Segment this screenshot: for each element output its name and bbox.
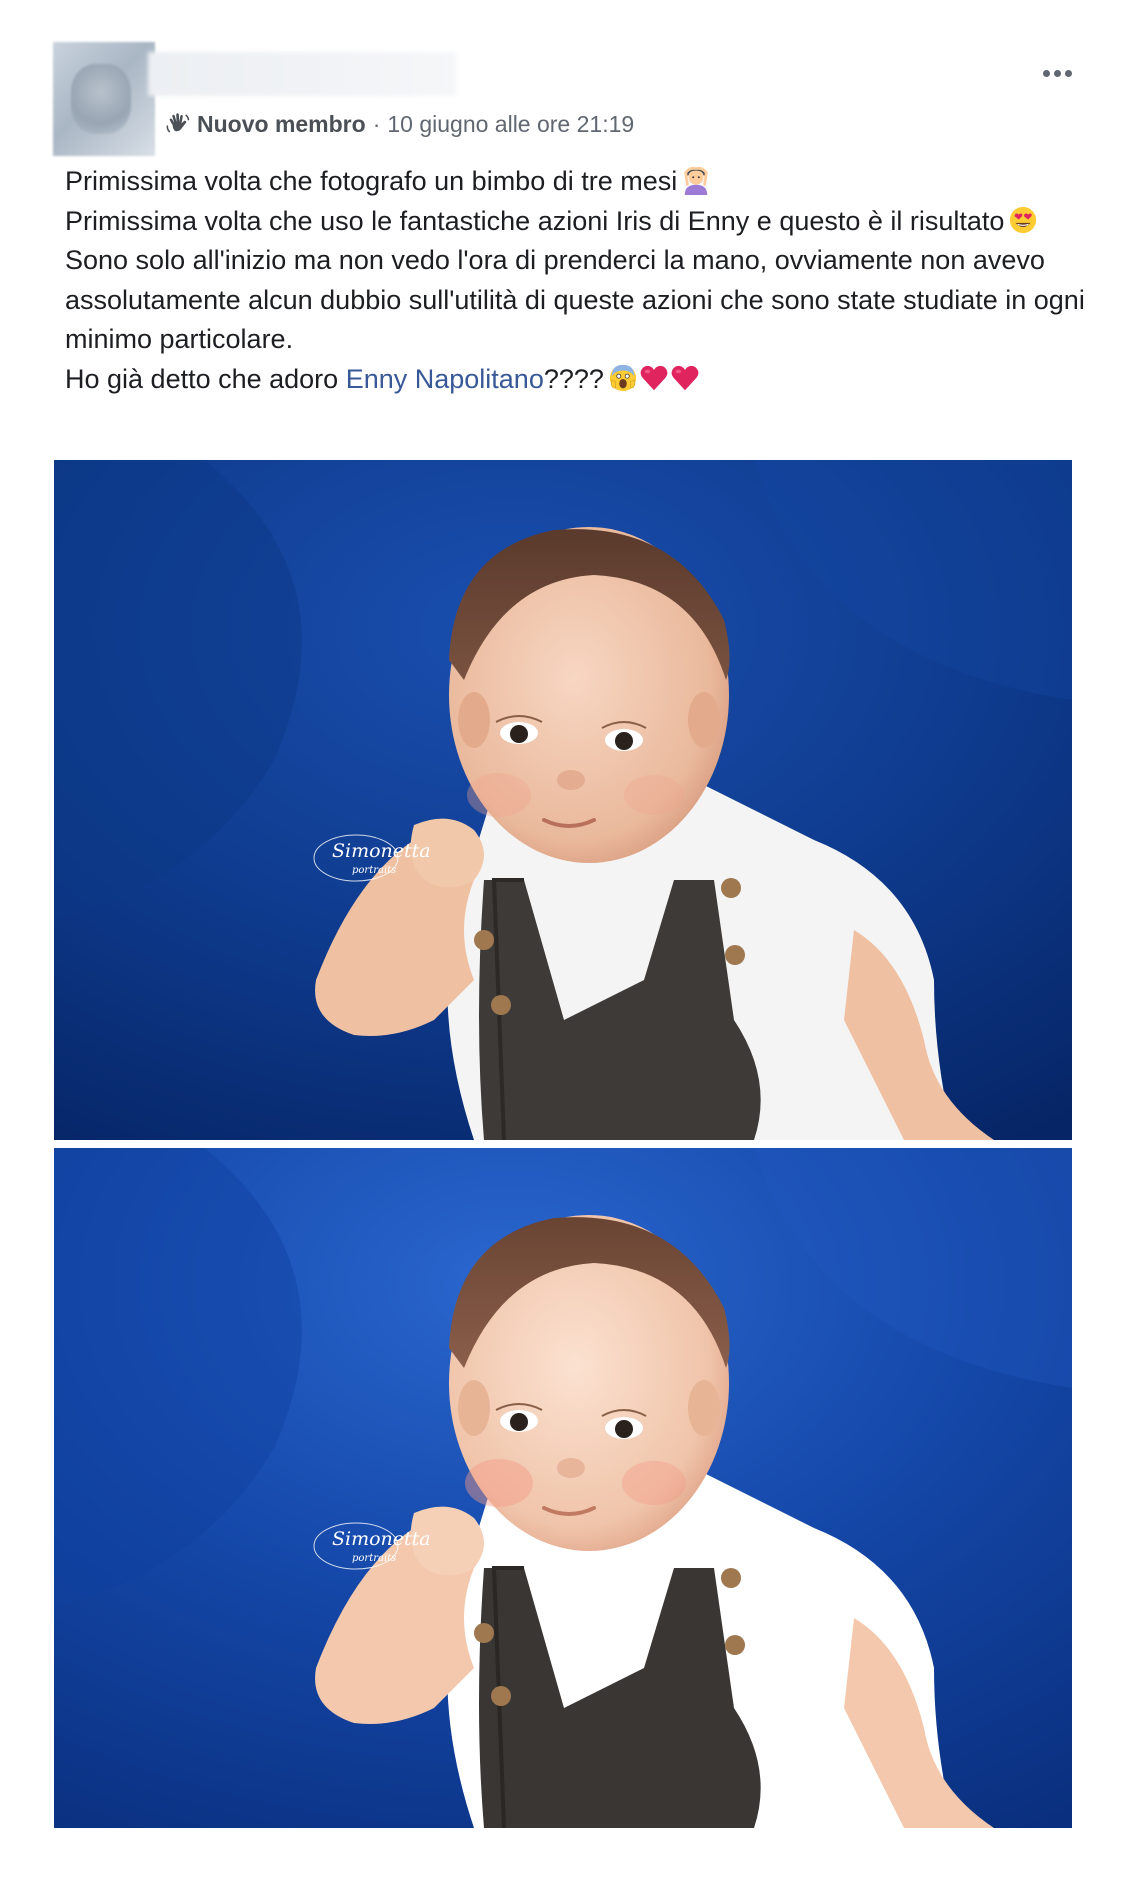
photo-watermark: Simonetta xyxy=(332,840,431,862)
heart-eyes-emoji xyxy=(1010,206,1037,233)
photo-watermark-sub: portraits xyxy=(352,1553,396,1564)
post-meta: Nuovo membro · 10 giugno alle ore 21:19 xyxy=(165,108,634,140)
post-card: Nuovo membro · 10 giugno alle ore 21:19 … xyxy=(0,0,1125,1878)
person-gesturing-ok-emoji xyxy=(684,166,709,195)
baby-photo-image: Simonetta portraits xyxy=(54,1148,1072,1828)
wave-hand-icon xyxy=(166,113,190,133)
meta-separator: · xyxy=(372,110,381,137)
post-photo-2[interactable]: Simonetta portraits xyxy=(54,1148,1072,1828)
author-avatar[interactable] xyxy=(53,42,155,156)
post-text: Primissima volta che fotografo un bimbo … xyxy=(65,162,1085,399)
baby-photo-image: Simonetta portraits xyxy=(54,460,1072,1140)
post-line-4-before: Ho già detto che adoro xyxy=(65,363,346,394)
member-badge-label: Nuovo membro xyxy=(197,110,366,137)
post-line-2-text: Primissima volta che uso le fantastiche … xyxy=(65,205,1005,236)
photo-watermark: Simonetta xyxy=(332,1528,431,1550)
face-screaming-emoji xyxy=(609,364,637,391)
post-line-4-after: ???? xyxy=(543,363,604,394)
post-timestamp[interactable]: 10 giugno alle ore 21:19 xyxy=(387,111,634,138)
post-line-4: Ho già detto che adoro Enny Napolitano??… xyxy=(65,360,1085,400)
photo-watermark-sub: portraits xyxy=(352,865,396,876)
post-line-1: Primissima volta che fotografo un bimbo … xyxy=(65,162,1085,202)
more-horizontal-icon xyxy=(1042,69,1050,77)
post-line-1-text: Primissima volta che fotografo un bimbo … xyxy=(65,166,678,196)
red-heart-emoji xyxy=(671,365,699,390)
post-line-2: Primissima volta che uso le fantastiche … xyxy=(65,202,1085,242)
post-photo-1[interactable]: Simonetta portraits xyxy=(54,460,1072,1140)
more-options-button[interactable] xyxy=(1035,58,1079,88)
author-name-redacted[interactable] xyxy=(148,52,456,96)
post-line-3: Sono solo all'inizio ma non vedo l'ora d… xyxy=(65,245,1085,354)
mention-link[interactable]: Enny Napolitano xyxy=(346,364,544,394)
red-heart-emoji xyxy=(640,365,668,390)
